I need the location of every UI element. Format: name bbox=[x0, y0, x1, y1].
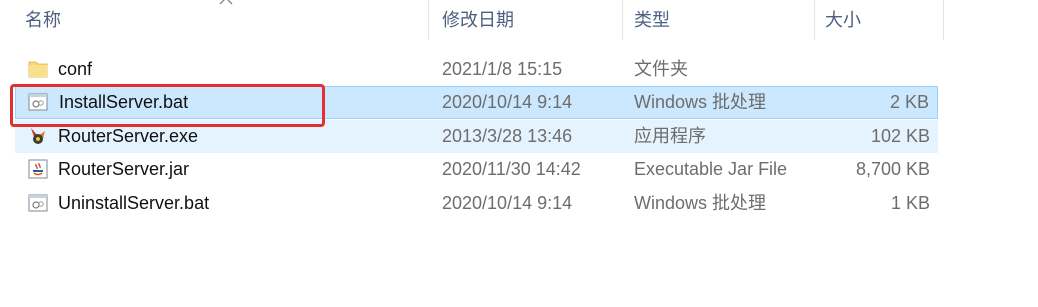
file-row-conf[interactable]: conf 2021/1/8 15:15 文件夹 bbox=[15, 53, 938, 86]
column-header-date-label: 修改日期 bbox=[442, 10, 514, 30]
file-name: UninstallServer.bat bbox=[58, 193, 210, 213]
file-name: conf bbox=[58, 59, 93, 79]
column-divider[interactable] bbox=[943, 0, 944, 40]
file-name: RouterServer.exe bbox=[58, 126, 199, 146]
file-type: 文件夹 bbox=[634, 59, 688, 79]
file-date: 2020/11/30 14:42 bbox=[442, 159, 581, 179]
file-name: InstallServer.bat bbox=[59, 92, 189, 112]
batch-file-icon bbox=[28, 194, 48, 212]
column-header-size-label: 大小 bbox=[825, 10, 861, 30]
batch-file-icon bbox=[28, 93, 48, 111]
executable-icon bbox=[31, 128, 45, 144]
jar-file-icon bbox=[28, 159, 48, 179]
column-header-type[interactable]: 类型 bbox=[624, 0, 814, 40]
column-header-size[interactable]: 大小 bbox=[815, 0, 940, 40]
column-divider[interactable] bbox=[622, 0, 623, 40]
file-size: 1 KB bbox=[890, 193, 930, 213]
file-type: Executable Jar File bbox=[634, 159, 788, 179]
file-type: 应用程序 bbox=[634, 126, 706, 146]
column-header-name-label: 名称 bbox=[25, 10, 61, 30]
file-row-uninstallserver-bat[interactable]: UninstallServer.bat 2020/10/14 9:14 Wind… bbox=[15, 187, 938, 220]
column-divider[interactable] bbox=[428, 0, 429, 40]
file-type: Windows 批处理 bbox=[634, 92, 767, 112]
file-date: 2020/10/14 9:14 bbox=[442, 92, 573, 112]
file-type: Windows 批处理 bbox=[634, 193, 767, 213]
file-name: RouterServer.jar bbox=[58, 159, 190, 179]
file-size: 2 KB bbox=[889, 92, 929, 112]
column-header-row: 名称 修改日期 类型 大小 bbox=[0, 0, 1038, 40]
file-row-routerserver-exe[interactable]: RouterServer.exe 2013/3/28 13:46 应用程序 10… bbox=[15, 120, 938, 153]
folder-icon bbox=[28, 61, 48, 78]
file-date: 2013/3/28 13:46 bbox=[442, 126, 573, 146]
file-row-routerserver-jar[interactable]: RouterServer.jar 2020/11/30 14:42 Execut… bbox=[15, 153, 938, 186]
file-size: 102 KB bbox=[870, 126, 930, 146]
file-date: 2021/1/8 15:15 bbox=[442, 59, 563, 79]
file-row-installserver-bat[interactable]: InstallServer.bat 2020/10/14 9:14 Window… bbox=[15, 86, 938, 119]
file-date: 2020/10/14 9:14 bbox=[442, 193, 573, 213]
sort-ascending-icon bbox=[219, 0, 233, 5]
file-size: 8,700 KB bbox=[855, 159, 930, 179]
column-header-type-label: 类型 bbox=[634, 10, 670, 30]
column-header-date[interactable]: 修改日期 bbox=[432, 0, 622, 40]
